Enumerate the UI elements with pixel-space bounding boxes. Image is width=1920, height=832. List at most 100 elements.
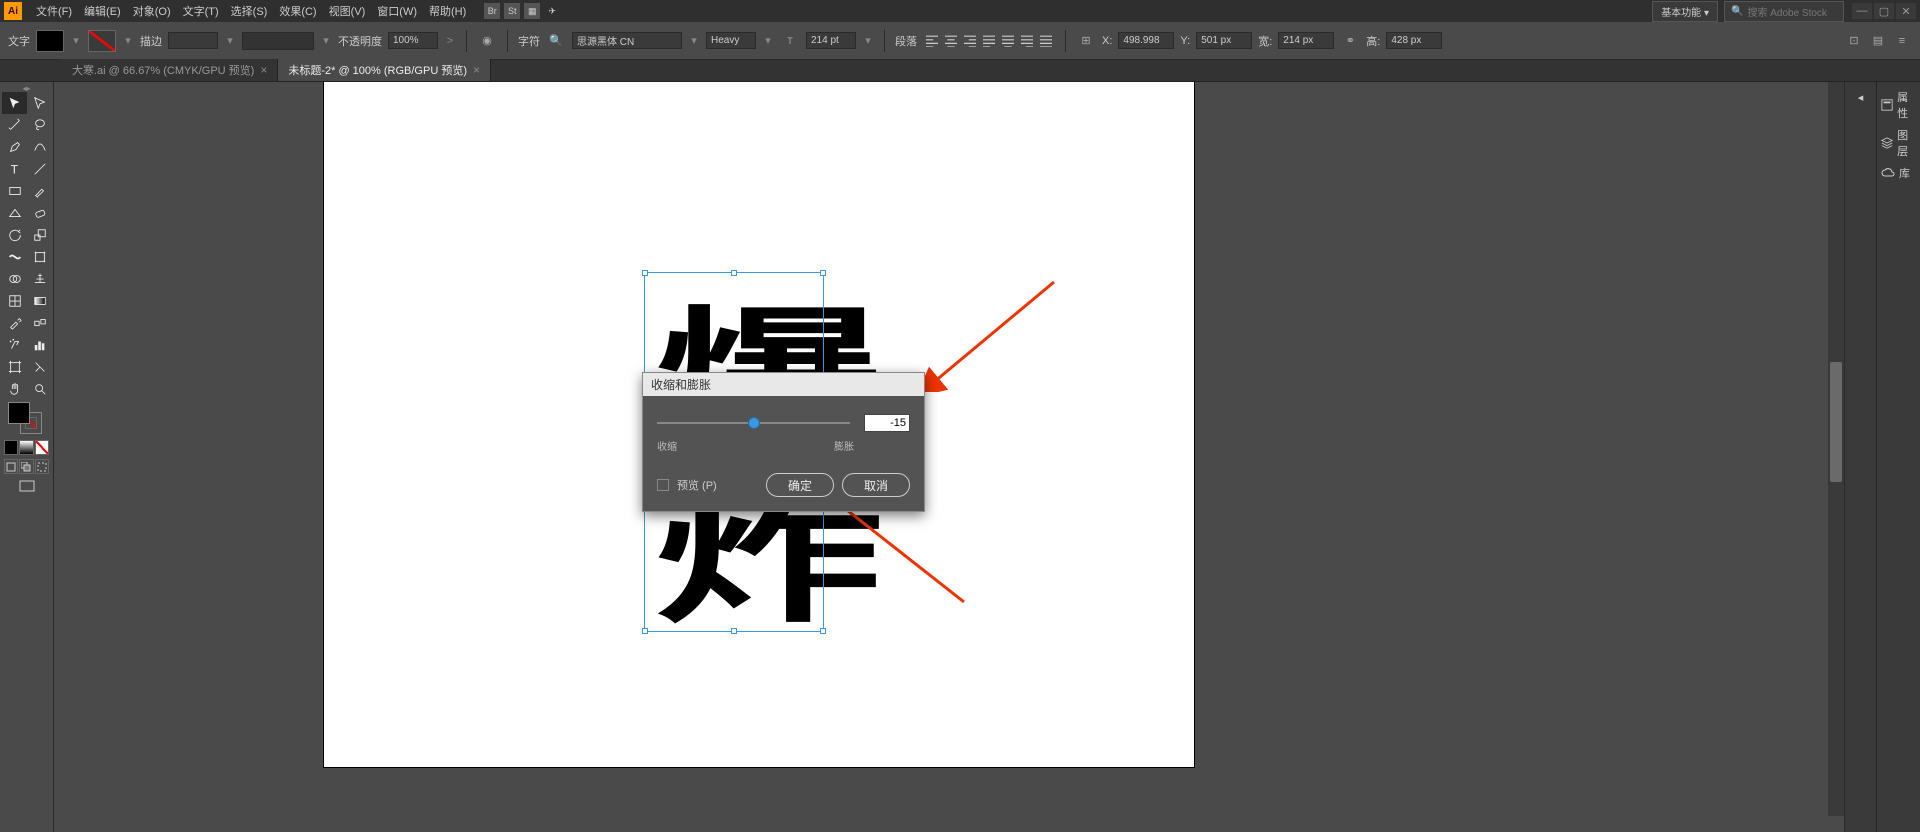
search-font-icon[interactable]: 🔍 <box>546 31 566 51</box>
color-chip-none[interactable] <box>35 440 49 455</box>
font-size-field[interactable] <box>806 32 856 49</box>
align-center-button[interactable] <box>942 31 960 51</box>
eraser-tool[interactable] <box>27 202 52 224</box>
paintbrush-tool[interactable] <box>27 180 52 202</box>
fill-indicator[interactable] <box>8 402 30 424</box>
magic-wand-tool[interactable] <box>2 114 27 136</box>
stroke-weight-field[interactable] <box>168 32 218 49</box>
line-tool[interactable] <box>27 158 52 180</box>
direct-selection-tool[interactable] <box>27 92 52 114</box>
draw-behind[interactable] <box>19 459 33 474</box>
screen-mode-button[interactable] <box>2 476 51 496</box>
fill-dropdown-icon[interactable]: ▾ <box>70 34 82 47</box>
dialog-title[interactable]: 收缩和膨胀 <box>643 373 924 396</box>
gpu-icon[interactable]: ✈ <box>544 3 560 19</box>
menu-window[interactable]: 窗口(W) <box>371 3 423 19</box>
workspace-switcher[interactable]: 基本功能 ▾ <box>1652 1 1718 22</box>
document-tab[interactable]: 大寒.ai @ 66.67% (CMYK/GPU 预览) × <box>62 59 278 81</box>
minimize-button[interactable]: — <box>1852 3 1872 19</box>
menu-view[interactable]: 视图(V) <box>323 3 372 19</box>
opacity-dropdown-icon[interactable]: > <box>444 35 456 47</box>
font-family-field[interactable] <box>572 32 682 49</box>
maximize-button[interactable]: ▢ <box>1874 3 1894 19</box>
stroke-swatch[interactable] <box>88 30 116 52</box>
color-chip-solid[interactable] <box>4 440 18 455</box>
tab-close-icon[interactable]: × <box>473 63 480 77</box>
draw-inside[interactable] <box>35 459 49 474</box>
align-right-button[interactable] <box>961 31 979 51</box>
scale-tool[interactable] <box>27 224 52 246</box>
stock-icon[interactable]: St <box>504 3 520 19</box>
brush-dropdown-icon[interactable]: ▾ <box>320 34 332 47</box>
rectangle-tool[interactable] <box>2 180 27 202</box>
panel-tab-layers[interactable]: 图层 <box>1877 124 1920 162</box>
perspective-grid-tool[interactable] <box>27 268 52 290</box>
fill-swatch[interactable] <box>36 30 64 52</box>
scrollbar-thumb[interactable] <box>1830 362 1842 482</box>
opacity-field[interactable] <box>388 32 438 49</box>
justify-right-button[interactable] <box>1018 31 1036 51</box>
canvas-area[interactable]: 爆 炸 收缩和膨胀 <box>54 82 1844 832</box>
menu-select[interactable]: 选择(S) <box>225 3 274 19</box>
toolbox-handle[interactable]: ◂▸ <box>2 84 51 92</box>
preview-checkbox[interactable] <box>657 479 669 491</box>
justify-center-button[interactable] <box>999 31 1017 51</box>
font-family-dropdown-icon[interactable]: ▾ <box>688 34 700 47</box>
recolor-icon[interactable]: ◉ <box>477 31 497 51</box>
arrange-icon[interactable]: ▦ <box>524 3 540 19</box>
link-wh-icon[interactable]: ⚭ <box>1340 31 1360 51</box>
vertical-scrollbar[interactable] <box>1828 82 1844 816</box>
justify-all-button[interactable] <box>1037 31 1055 51</box>
more-icon[interactable]: ≡ <box>1892 31 1912 51</box>
gradient-tool[interactable] <box>27 290 52 312</box>
column-graph-tool[interactable] <box>27 334 52 356</box>
draw-normal[interactable] <box>4 459 18 474</box>
transform-icon[interactable]: ⊞ <box>1076 31 1096 51</box>
close-button[interactable]: ✕ <box>1896 3 1916 19</box>
menu-help[interactable]: 帮助(H) <box>423 3 472 19</box>
stroke-dropdown-icon[interactable]: ▾ <box>122 34 134 47</box>
rotate-tool[interactable] <box>2 224 27 246</box>
mesh-tool[interactable] <box>2 290 27 312</box>
stroke-weight-dropdown-icon[interactable]: ▾ <box>224 34 236 47</box>
justify-left-button[interactable] <box>980 31 998 51</box>
panel-tab-libraries[interactable]: 库 <box>1877 162 1920 184</box>
width-tool[interactable] <box>2 246 27 268</box>
search-stock[interactable]: 🔍 搜索 Adobe Stock <box>1724 1 1844 22</box>
align-left-button[interactable] <box>923 31 941 51</box>
artboard-tool[interactable] <box>2 356 27 378</box>
tab-close-icon[interactable]: × <box>260 63 267 77</box>
slice-tool[interactable] <box>27 356 52 378</box>
ok-button[interactable]: 确定 <box>766 473 834 497</box>
document-tab[interactable]: 未标题-2* @ 100% (RGB/GPU 预览) × <box>278 59 491 81</box>
width-field[interactable] <box>1278 32 1334 49</box>
menu-file[interactable]: 文件(F) <box>30 3 78 19</box>
fill-stroke-indicator[interactable] <box>2 400 51 438</box>
menu-type[interactable]: 文字(T) <box>177 3 225 19</box>
constrain-icon[interactable]: ⊡ <box>1844 31 1864 51</box>
eyedropper-tool[interactable] <box>2 312 27 334</box>
expand-panels-icon[interactable]: ◂ <box>1845 86 1876 108</box>
menu-edit[interactable]: 编辑(E) <box>78 3 127 19</box>
type-tool[interactable]: T <box>2 158 27 180</box>
font-style-field[interactable] <box>706 32 756 49</box>
height-field[interactable] <box>1386 32 1442 49</box>
pen-tool[interactable] <box>2 136 27 158</box>
shaper-tool[interactable] <box>2 202 27 224</box>
shape-builder-tool[interactable] <box>2 268 27 290</box>
selection-tool[interactable] <box>2 92 27 114</box>
panel-tab-properties[interactable]: 属性 <box>1877 86 1920 124</box>
y-field[interactable] <box>1196 32 1252 49</box>
color-chip-gradient[interactable] <box>19 440 33 455</box>
menu-effect[interactable]: 效果(C) <box>273 3 322 19</box>
hand-tool[interactable] <box>2 378 27 400</box>
lasso-tool[interactable] <box>27 114 52 136</box>
align-panel-icon[interactable]: ▤ <box>1868 31 1888 51</box>
curvature-tool[interactable] <box>27 136 52 158</box>
x-field[interactable] <box>1118 32 1174 49</box>
slider-thumb[interactable] <box>748 417 760 429</box>
font-size-dropdown-icon[interactable]: ▾ <box>862 34 874 47</box>
menu-object[interactable]: 对象(O) <box>127 3 177 19</box>
brush-style[interactable] <box>242 32 314 50</box>
blend-tool[interactable] <box>27 312 52 334</box>
